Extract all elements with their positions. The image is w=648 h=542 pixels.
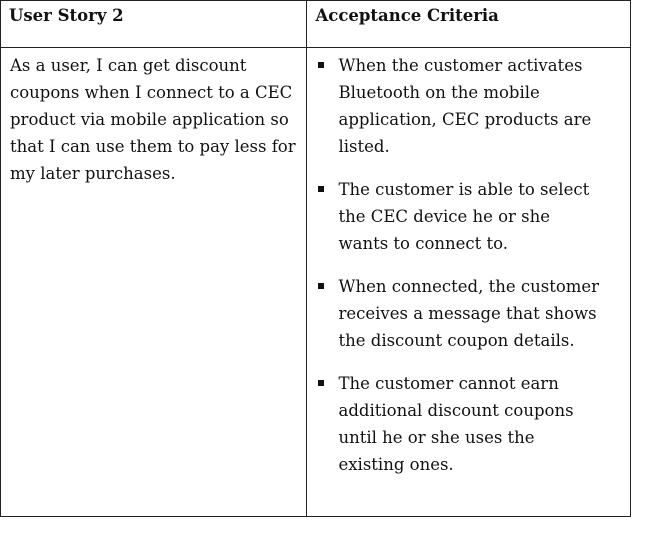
user-story-table: User Story 2 Acceptance Criteria As a us…	[0, 0, 631, 517]
table-header-row: User Story 2 Acceptance Criteria	[0, 0, 631, 48]
acceptance-criteria-header: Acceptance Criteria	[306, 0, 631, 48]
criteria-item: When the customer activates Bluetooth on…	[316, 52, 600, 160]
square-bullet-icon	[318, 380, 325, 386]
criteria-text: The customer cannot earn additional disc…	[338, 374, 574, 474]
criteria-item: When connected, the customer receives a …	[316, 273, 600, 354]
acceptance-criteria-list: When the customer activates Bluetooth on…	[316, 52, 622, 478]
criteria-item: The customer is able to select the CEC d…	[316, 176, 600, 257]
user-story-text: As a user, I can get discount coupons wh…	[0, 47, 308, 517]
user-story-header: User Story 2	[0, 0, 308, 48]
criteria-item: The customer cannot earn additional disc…	[316, 370, 600, 478]
criteria-text: When connected, the customer receives a …	[338, 277, 600, 350]
square-bullet-icon	[318, 62, 325, 68]
square-bullet-icon	[318, 186, 325, 192]
acceptance-criteria-cell: When the customer activates Bluetooth on…	[306, 47, 631, 517]
criteria-text: When the customer activates Bluetooth on…	[338, 56, 592, 156]
table-body-row: As a user, I can get discount coupons wh…	[0, 47, 631, 517]
criteria-text: The customer is able to select the CEC d…	[338, 180, 590, 253]
square-bullet-icon	[318, 283, 325, 289]
